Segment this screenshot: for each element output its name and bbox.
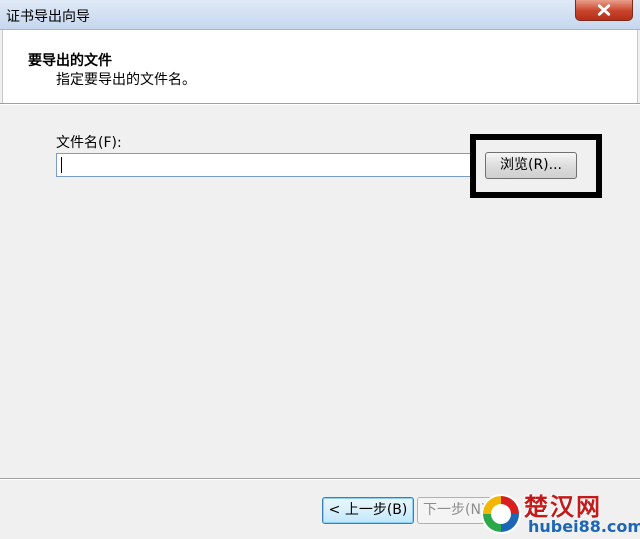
page-heading: 要导出的文件 <box>28 53 112 69</box>
page-subheading: 指定要导出的文件名。 <box>56 72 196 88</box>
close-icon <box>597 4 611 16</box>
file-name-input[interactable] <box>56 153 474 177</box>
text-caret <box>61 157 62 173</box>
back-button[interactable]: < 上一步(B) <box>322 497 414 524</box>
watermark: 楚汉网 hubei88.com <box>478 487 640 539</box>
watermark-logo-icon <box>481 494 521 534</box>
title-bar: 证书导出向导 <box>0 0 640 30</box>
file-name-label: 文件名(F): <box>56 135 122 151</box>
header-divider-highlight <box>0 104 640 105</box>
window-title: 证书导出向导 <box>6 9 90 25</box>
watermark-url: hubei88.com <box>528 517 640 536</box>
footer-divider-highlight <box>0 479 640 480</box>
close-button[interactable] <box>575 0 633 21</box>
browse-button[interactable]: 浏览(R)... <box>485 152 577 179</box>
